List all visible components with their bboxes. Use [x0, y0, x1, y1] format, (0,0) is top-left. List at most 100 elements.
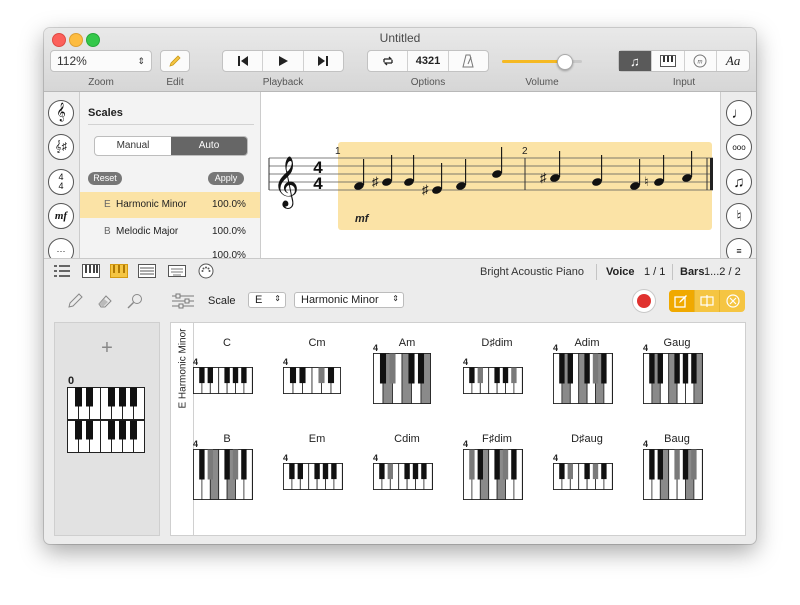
black-key[interactable] — [224, 449, 230, 480]
volume-knob[interactable] — [557, 54, 574, 70]
tuplet-button[interactable]: ooo — [726, 134, 752, 160]
black-key[interactable] — [130, 420, 137, 440]
play-button[interactable] — [263, 51, 304, 71]
black-key[interactable] — [417, 353, 425, 384]
rewind-button[interactable] — [223, 51, 264, 71]
note-input-button[interactable]: ♫ — [619, 51, 652, 71]
black-key[interactable] — [682, 449, 689, 480]
chord-keyboard[interactable]: 4 — [373, 453, 433, 493]
black-key[interactable] — [379, 353, 387, 384]
black-key[interactable] — [691, 449, 697, 480]
edit-mode-button[interactable] — [669, 290, 694, 312]
voice-value[interactable]: 1 / 1 — [644, 266, 665, 278]
black-key[interactable] — [318, 367, 325, 384]
black-key[interactable] — [592, 353, 599, 384]
manual-mode-button[interactable]: Manual — [95, 137, 171, 155]
black-key[interactable] — [682, 353, 689, 384]
chord-keyboard[interactable]: 4 — [463, 357, 523, 397]
black-key[interactable] — [327, 367, 335, 384]
black-key[interactable] — [241, 367, 247, 384]
black-key[interactable] — [108, 420, 115, 440]
black-key[interactable] — [119, 420, 126, 440]
tab-chords-view[interactable] — [110, 264, 128, 281]
black-key[interactable] — [674, 449, 680, 480]
black-key[interactable] — [502, 449, 509, 480]
natural-button[interactable]: ♮ — [726, 203, 752, 229]
black-key[interactable] — [207, 449, 213, 480]
add-chord-button[interactable]: + — [55, 337, 159, 360]
treble-clef-button[interactable]: 𝄞 — [48, 100, 74, 126]
black-key[interactable] — [567, 463, 573, 480]
tab-list-view[interactable] — [54, 264, 70, 278]
black-key[interactable] — [289, 463, 295, 480]
chord-keyboard[interactable]: 4 — [373, 343, 431, 407]
scale-list-item[interactable]: B Melodic Major 100.0% — [80, 220, 260, 244]
black-key[interactable] — [75, 420, 82, 440]
black-key[interactable] — [559, 353, 565, 384]
zoom-select[interactable]: 112% ⇕ — [50, 50, 152, 72]
black-key[interactable] — [108, 387, 115, 407]
chord-keyboard[interactable]: 4 — [643, 343, 703, 407]
apply-button[interactable]: Apply — [208, 172, 244, 185]
black-key[interactable] — [207, 367, 213, 384]
black-key[interactable] — [494, 367, 500, 384]
dynamics-button[interactable]: mf — [48, 203, 74, 229]
black-key[interactable] — [477, 449, 483, 480]
black-key[interactable] — [657, 449, 663, 480]
black-key[interactable] — [232, 367, 239, 384]
black-key[interactable] — [322, 463, 329, 480]
beamed-notes-button[interactable]: ♫ — [726, 169, 752, 195]
chord-keyboard[interactable]: 4 — [193, 357, 253, 397]
count-in-button[interactable]: 4321 — [408, 51, 449, 71]
bars-value[interactable]: 1...2 / 2 — [704, 266, 741, 278]
black-key[interactable] — [297, 463, 303, 480]
tab-piano-view[interactable] — [82, 264, 100, 281]
chord-keyboard[interactable]: 4 — [193, 439, 253, 503]
black-key[interactable] — [86, 420, 93, 440]
black-key[interactable] — [657, 353, 663, 384]
black-key[interactable] — [691, 353, 697, 384]
scale-root-select[interactable]: E ⇕ — [248, 292, 286, 308]
time-signature-button[interactable]: 4 4 — [48, 169, 74, 195]
text-input-button[interactable]: Aa — [717, 51, 749, 71]
delete-mode-button[interactable] — [719, 290, 745, 312]
black-key[interactable] — [404, 463, 410, 480]
black-key[interactable] — [241, 449, 247, 480]
black-key[interactable] — [511, 449, 517, 480]
black-key[interactable] — [232, 449, 239, 480]
black-key[interactable] — [592, 463, 599, 480]
black-key[interactable] — [86, 387, 93, 407]
chord-keyboard[interactable]: 4 — [553, 453, 613, 493]
key-signature-button[interactable]: 𝄞♯ — [48, 134, 74, 160]
black-key[interactable] — [199, 449, 205, 480]
black-key[interactable] — [502, 367, 509, 384]
chord-keyboard[interactable]: 4 — [553, 343, 613, 407]
scale-list-item[interactable]: E Harmonic Minor 100.0% — [80, 192, 260, 218]
scale-list-item[interactable]: 100.0% — [80, 246, 260, 258]
black-key[interactable] — [75, 387, 82, 407]
black-key[interactable] — [584, 463, 590, 480]
black-key[interactable] — [601, 463, 607, 480]
black-key[interactable] — [601, 353, 607, 384]
dynamics-input-button[interactable]: m — [685, 51, 718, 71]
piano-input-button[interactable] — [652, 51, 685, 71]
black-key[interactable] — [387, 463, 393, 480]
score-view[interactable]: 𝄞 4 4 1 2 mf ♯ ♯ ♯ ♮ — [261, 92, 720, 258]
black-key[interactable] — [314, 463, 320, 480]
black-key[interactable] — [584, 353, 590, 384]
record-button[interactable] — [632, 289, 656, 313]
scale-settings-button[interactable] — [172, 292, 194, 313]
black-key[interactable] — [408, 353, 415, 384]
select-tool-button[interactable] — [126, 292, 144, 313]
black-key[interactable] — [567, 353, 573, 384]
chord-pad[interactable]: + 0 — [54, 322, 160, 536]
black-key[interactable] — [511, 367, 517, 384]
black-key[interactable] — [379, 463, 385, 480]
black-key[interactable] — [199, 367, 205, 384]
black-key[interactable] — [559, 463, 565, 480]
auto-mode-button[interactable]: Auto — [171, 137, 247, 155]
quarter-note-button[interactable]: ♩ — [726, 100, 752, 126]
black-key[interactable] — [421, 463, 427, 480]
loop-button[interactable] — [368, 51, 409, 71]
reset-button[interactable]: Reset — [88, 172, 122, 185]
